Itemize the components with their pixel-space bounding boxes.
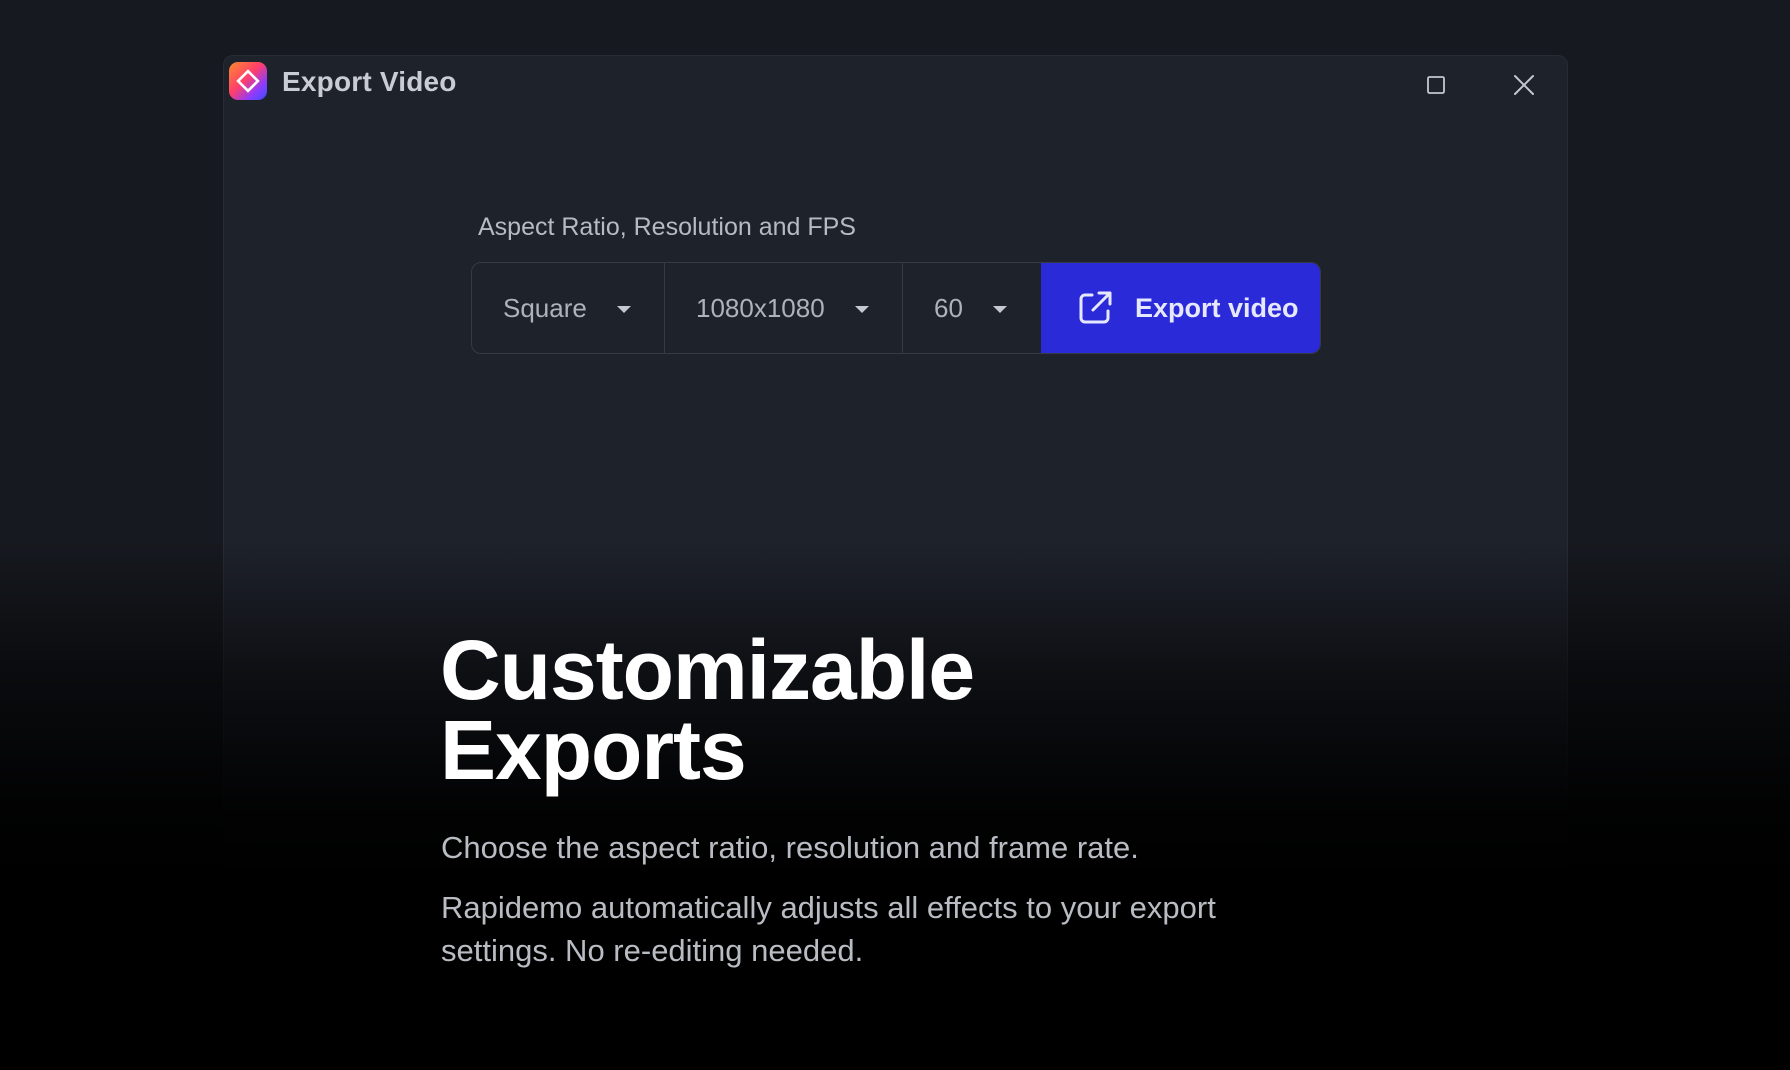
resolution-dropdown[interactable]: 1080x1080 bbox=[665, 263, 903, 353]
chevron-down-icon bbox=[617, 306, 631, 313]
export-settings-label: Aspect Ratio, Resolution and FPS bbox=[478, 213, 856, 241]
hero-title: Customizable Exports bbox=[440, 623, 975, 797]
hero-description-2: Rapidemo automatically adjusts all effec… bbox=[441, 890, 1216, 968]
close-button[interactable] bbox=[1509, 70, 1539, 100]
fps-value: 60 bbox=[934, 292, 963, 323]
resolution-value: 1080x1080 bbox=[696, 292, 825, 323]
maximize-icon bbox=[1427, 76, 1445, 94]
maximize-button[interactable] bbox=[1421, 70, 1451, 100]
export-settings-row: Square 1080x1080 60 Export video bbox=[471, 262, 1321, 354]
fps-dropdown[interactable]: 60 bbox=[903, 263, 1041, 353]
export-video-button[interactable]: Export video bbox=[1041, 263, 1320, 353]
external-link-icon bbox=[1075, 288, 1115, 328]
title-bar: Export Video bbox=[224, 56, 1567, 116]
aspect-ratio-dropdown[interactable]: Square bbox=[472, 263, 665, 353]
window-title: Export Video bbox=[282, 66, 457, 97]
hero-description-1: Choose the aspect ratio, resolution and … bbox=[441, 830, 1139, 865]
hero-title-line-2: Exports bbox=[440, 703, 747, 797]
chevron-down-icon bbox=[993, 306, 1007, 313]
chevron-down-icon bbox=[855, 306, 869, 313]
hero-title-line-1: Customizable bbox=[440, 623, 975, 717]
export-video-button-label: Export video bbox=[1135, 292, 1299, 323]
close-icon bbox=[1514, 75, 1534, 95]
aspect-ratio-value: Square bbox=[503, 292, 587, 323]
page-stage: Export Video Aspect Ratio, Resolution an… bbox=[0, 0, 1790, 1070]
rapidemo-logo-icon bbox=[229, 62, 267, 100]
